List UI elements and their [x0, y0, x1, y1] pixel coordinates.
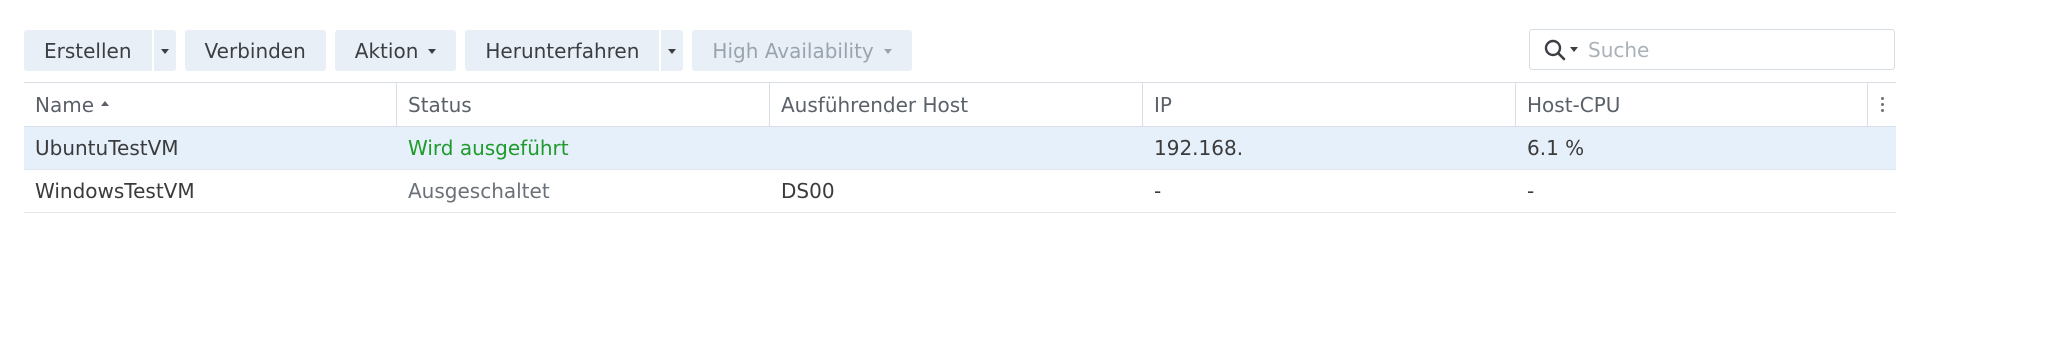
column-header-name[interactable]: Name	[24, 83, 397, 126]
toolbar: Erstellen Verbinden Aktion Herunterfahre…	[24, 30, 912, 71]
search-box	[1529, 29, 1895, 70]
column-header-label: IP	[1154, 92, 1172, 117]
column-header-status[interactable]: Status	[397, 83, 770, 126]
column-header-label: Host-CPU	[1527, 92, 1621, 117]
connect-button-label: Verbinden	[204, 38, 306, 63]
column-menu-button[interactable]	[1868, 83, 1896, 126]
chevron-down-icon	[668, 49, 677, 54]
cell-host-cpu: -	[1527, 179, 1535, 203]
table-row[interactable]: WindowsTestVM Ausgeschaltet DS00 - -	[24, 170, 1896, 213]
table-header: Name Status Ausführender Host IP Host-CP…	[24, 82, 1896, 127]
action-menu-button[interactable]: Aktion	[334, 30, 457, 71]
create-split-button: Erstellen	[24, 30, 176, 71]
chevron-down-icon	[160, 49, 169, 54]
create-dropdown-toggle[interactable]	[153, 30, 176, 71]
cell-status: Ausgeschaltet	[408, 179, 550, 203]
cell-ip: -	[1154, 179, 1162, 203]
more-vertical-icon	[1880, 97, 1884, 112]
cell-host-cpu: 6.1 %	[1527, 136, 1585, 160]
shutdown-button-label: Herunterfahren	[485, 38, 640, 63]
column-header-host-cpu[interactable]: Host-CPU	[1516, 83, 1868, 126]
search-input[interactable]	[1586, 36, 1870, 63]
action-button-label: Aktion	[354, 38, 419, 63]
connect-button[interactable]: Verbinden	[184, 30, 326, 71]
table-row[interactable]: UbuntuTestVM Wird ausgeführt 192.168. 6.…	[24, 127, 1896, 170]
cell-ip: 192.168.	[1154, 136, 1244, 160]
cell-host: DS00	[781, 179, 835, 203]
cell-host	[770, 127, 1143, 169]
shutdown-dropdown-toggle[interactable]	[661, 30, 684, 71]
column-header-host[interactable]: Ausführender Host	[770, 83, 1143, 126]
column-header-label: Name	[35, 92, 95, 117]
create-button-label: Erstellen	[44, 38, 132, 63]
search-filter-dropdown-icon[interactable]	[1570, 47, 1578, 52]
cell-name: WindowsTestVM	[35, 179, 195, 203]
create-button[interactable]: Erstellen	[24, 30, 152, 71]
vm-table: Name Status Ausführender Host IP Host-CP…	[24, 82, 1896, 213]
high-availability-menu-button[interactable]: High Availability	[692, 30, 912, 71]
shutdown-split-button: Herunterfahren	[465, 30, 684, 71]
high-availability-button-label: High Availability	[712, 38, 874, 63]
search-icon[interactable]	[1544, 38, 1568, 62]
cell-name: UbuntuTestVM	[35, 136, 179, 160]
column-header-label: Status	[408, 92, 472, 117]
column-header-ip[interactable]: IP	[1143, 83, 1516, 126]
chevron-down-icon	[428, 49, 437, 54]
cell-status: Wird ausgeführt	[408, 136, 569, 160]
column-header-label: Ausführender Host	[781, 92, 969, 117]
sort-ascending-icon	[101, 101, 110, 106]
shutdown-button[interactable]: Herunterfahren	[465, 30, 660, 71]
chevron-down-icon	[883, 49, 892, 54]
